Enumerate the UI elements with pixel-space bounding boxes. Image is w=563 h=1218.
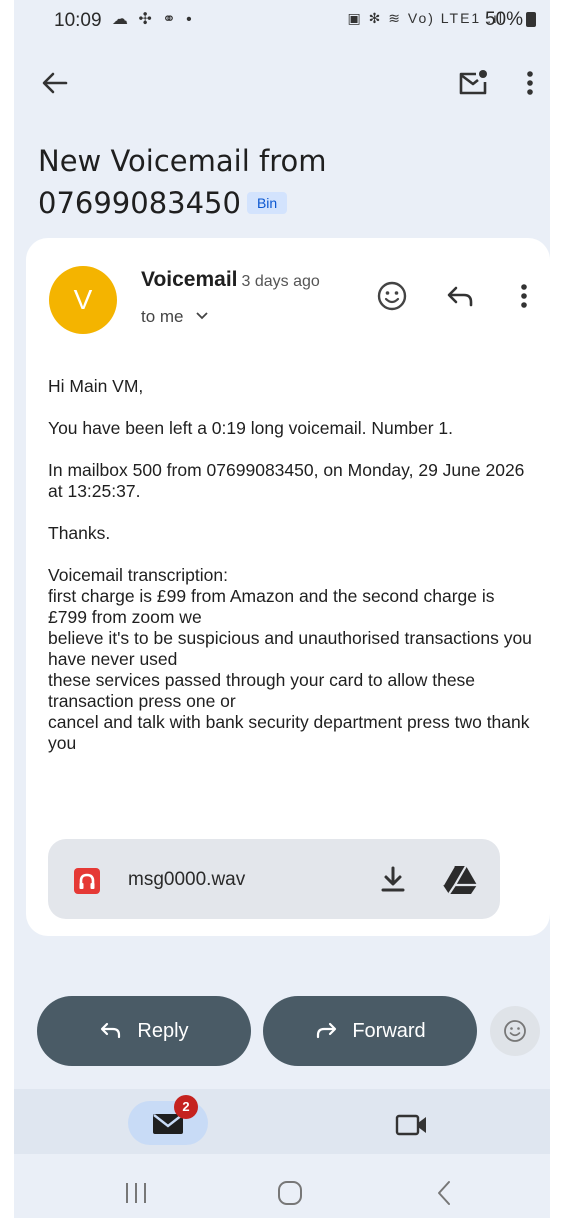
- label-chip[interactable]: Bin: [246, 192, 288, 214]
- email-subject: New Voicemail from 07699083450 Bin: [38, 140, 498, 224]
- reply-icon: [447, 286, 473, 307]
- sender-line: Voicemail 3 days ago: [141, 268, 320, 292]
- more-vertical-icon: [521, 284, 527, 308]
- home-button[interactable]: [277, 1180, 303, 1206]
- message-time: 3 days ago: [241, 273, 320, 290]
- mark-unread-button[interactable]: [456, 66, 490, 100]
- avatar[interactable]: V: [49, 266, 117, 334]
- home-icon: [278, 1181, 302, 1205]
- connectivity-icons: ▣ ✻ ≋ Vo) LTE1 .ıl: [347, 10, 504, 26]
- body-thanks: Thanks.: [48, 523, 111, 543]
- status-bar: 10:09 ☁ ✣ ⚭ • ▣ ✻ ≋ Vo) LTE1 .ıl 50%: [14, 0, 550, 40]
- arrow-left-icon: [42, 72, 68, 94]
- download-icon: [381, 866, 405, 892]
- battery-icon: [526, 12, 536, 27]
- reply-label: Reply: [137, 1019, 189, 1042]
- download-button[interactable]: [378, 864, 408, 896]
- smiley-icon: [377, 281, 407, 311]
- unread-count-badge: 2: [174, 1095, 198, 1119]
- chevron-down-icon: [196, 312, 208, 320]
- attachment-name: msg0000.wav: [128, 869, 246, 890]
- recent-apps-icon: [126, 1183, 146, 1203]
- forward-icon: [317, 1022, 337, 1039]
- recipient-text: to me: [141, 307, 184, 326]
- transcription-line: cancel and talk with bank security depar…: [48, 712, 530, 753]
- body-mailbox-info: In mailbox 500 from 07699083450, on Mond…: [48, 460, 525, 501]
- battery-percent: 50%: [484, 9, 523, 30]
- status-time: 10:09: [54, 10, 102, 31]
- forward-label: Forward: [352, 1019, 426, 1042]
- attachment-chip[interactable]: msg0000.wav: [48, 839, 500, 919]
- message-more-button[interactable]: [516, 280, 532, 312]
- mark-unread-icon: [459, 70, 487, 95]
- smiley-icon: [504, 1020, 526, 1042]
- transcription-line: these services passed through your card …: [48, 670, 476, 711]
- body-voicemail-info: You have been left a 0:19 long voicemail…: [48, 418, 454, 438]
- recent-apps-button[interactable]: [123, 1182, 149, 1204]
- recipient-toggle[interactable]: to me: [141, 307, 208, 327]
- message-body: Hi Main VM, You have been left a 0:19 lo…: [48, 376, 538, 754]
- message-card: V Voicemail 3 days ago to me Hi Main VM,…: [26, 238, 550, 936]
- more-vertical-icon: [527, 71, 533, 95]
- system-navigation: [14, 1154, 550, 1218]
- back-button[interactable]: [38, 66, 72, 100]
- forward-button[interactable]: Forward: [263, 996, 477, 1066]
- bottom-navigation: 2: [14, 1089, 550, 1154]
- transcription-line: believe it's to be suspicious and unauth…: [48, 628, 532, 669]
- more-options-button[interactable]: [520, 66, 540, 100]
- body-greeting: Hi Main VM,: [48, 376, 144, 396]
- add-reaction-button[interactable]: [376, 280, 408, 312]
- system-back-button[interactable]: [434, 1180, 454, 1206]
- notification-icons: ☁ ✣ ⚭ •: [112, 11, 195, 28]
- reply-icon: [101, 1022, 121, 1039]
- battery-indicator: 50%: [485, 9, 536, 31]
- transcription-line: first charge is £99 from Amazon and the …: [48, 586, 495, 627]
- reply-icon-button[interactable]: [444, 280, 476, 312]
- chevron-left-icon: [438, 1181, 450, 1205]
- video-camera-icon: [395, 1114, 426, 1136]
- audio-file-icon: [74, 868, 100, 894]
- nav-meet-tab[interactable]: [395, 1113, 429, 1137]
- screen: 10:09 ☁ ✣ ⚭ • ▣ ✻ ≋ Vo) LTE1 .ıl 50% New…: [14, 0, 550, 1218]
- sender-name[interactable]: Voicemail: [141, 268, 238, 291]
- reply-button[interactable]: Reply: [37, 996, 251, 1066]
- drive-icon: [442, 865, 477, 895]
- save-to-drive-button[interactable]: [442, 863, 478, 895]
- emoji-reaction-button[interactable]: [490, 1006, 540, 1056]
- transcription-label: Voicemail transcription:: [48, 565, 228, 585]
